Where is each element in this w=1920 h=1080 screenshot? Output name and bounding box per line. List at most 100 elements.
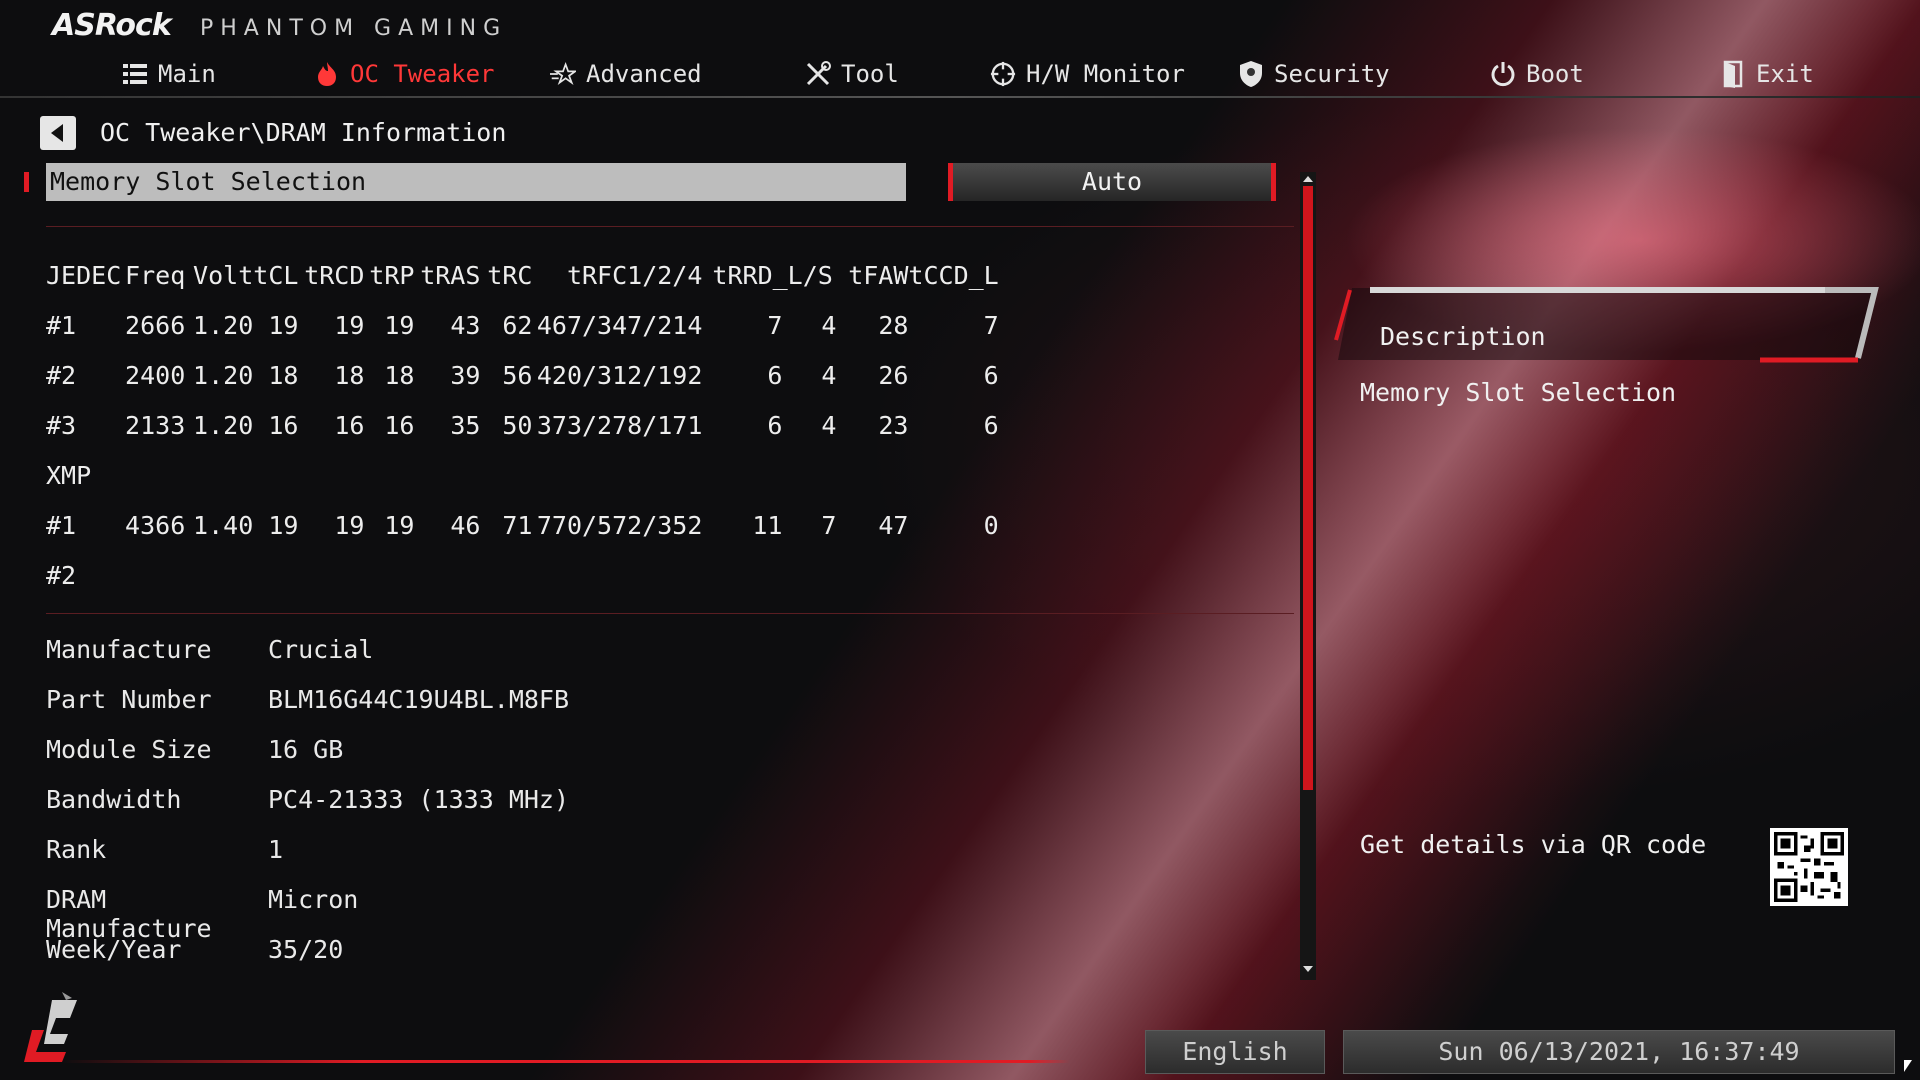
info-key: Module Size <box>46 735 212 764</box>
datetime-display: Sun 06/13/2021, 16:37:49 <box>1343 1030 1895 1074</box>
language-selector[interactable]: English <box>1145 1030 1325 1074</box>
info-row: Part Number BLM16G44C19U4BL.M8FB <box>46 685 569 735</box>
star-icon <box>550 61 576 87</box>
tab-security[interactable]: Security <box>1238 60 1390 88</box>
column-header: Freq <box>125 260 186 290</box>
timing-cell: 4366 <box>125 510 186 540</box>
timing-cell <box>253 550 298 600</box>
info-key: Manufacture <box>46 635 212 664</box>
scroll-down-button[interactable] <box>1300 962 1316 976</box>
info-row: Week/Year 35/20 <box>46 935 569 985</box>
timing-cell: 11 <box>752 510 783 540</box>
timing-cell: 16 <box>268 410 299 440</box>
timing-cell: 28 <box>878 310 909 340</box>
scroll-up-button[interactable] <box>1300 172 1316 186</box>
column-header: tRFC1/2/4 <box>566 260 703 290</box>
timing-cell: 1.40 <box>193 510 254 540</box>
timing-cell: 4 <box>821 310 837 340</box>
column-header: tRC <box>487 260 533 290</box>
xmp-label: XMP <box>46 460 92 490</box>
timing-cell: 2666 <box>125 310 186 340</box>
timing-cell <box>836 550 908 600</box>
timing-cell: 19 <box>268 510 299 540</box>
tab-boot[interactable]: Boot <box>1490 60 1584 88</box>
timing-cell: 6 <box>983 410 999 440</box>
column-header: Volt <box>193 260 254 290</box>
timing-cell: 4 <box>821 360 837 390</box>
tab-oc-tweaker[interactable]: OC Tweaker <box>314 60 495 88</box>
list-icon <box>122 61 148 87</box>
crosshair-icon <box>990 61 1016 87</box>
info-value: Micron <box>268 885 359 914</box>
tab-main[interactable]: Main <box>122 60 216 88</box>
mouse-cursor-icon <box>1904 1060 1912 1072</box>
timing-cell: #2 <box>46 360 77 390</box>
timings-row: #1 4366 1.40 19 19 19 46 71 770/572/352 11 7 47 0 <box>46 500 999 550</box>
timings-row: #2 2400 1.20 18 18 18 39 56 420/312/192 6 4 26 6 <box>46 350 999 400</box>
timing-cell: 19 <box>384 510 415 540</box>
timings-header-row: JEDEC Freq Volt tCL tRCD tRP tRAS tRC tR… <box>46 250 999 300</box>
asrock-logo: ASRock <box>52 8 172 43</box>
timing-cell: 2400 <box>125 360 186 390</box>
arrow-down-icon <box>1303 966 1313 972</box>
timings-row: #2 <box>46 550 999 600</box>
xmp-section-row: XMP <box>46 450 999 500</box>
timing-cell: 6 <box>983 360 999 390</box>
info-value: 35/20 <box>268 935 344 964</box>
tab-label: Security <box>1274 60 1390 88</box>
info-value: Crucial <box>268 635 374 664</box>
memory-slot-selection-value[interactable]: Auto <box>948 163 1276 201</box>
timing-cell: #1 <box>46 310 77 340</box>
timing-cell: 420/312/192 <box>536 360 703 390</box>
column-header: tCCD_L <box>908 260 999 290</box>
selection-marker <box>24 172 29 192</box>
timing-cell: 7 <box>767 310 783 340</box>
column-header: tRAS <box>420 260 481 290</box>
tab-label: Exit <box>1756 60 1814 88</box>
info-key: DRAM Manufacture <box>46 885 212 943</box>
timing-cell: #1 <box>46 510 77 540</box>
info-row: Manufacture Crucial <box>46 635 569 685</box>
timing-cell <box>298 550 364 600</box>
shield-icon <box>1238 61 1264 87</box>
timing-cell: 7 <box>983 310 999 340</box>
timing-cell: 71 <box>502 510 533 540</box>
section-divider <box>46 613 1294 614</box>
timing-cell: 56 <box>502 360 533 390</box>
top-tab-bar: Main OC Tweaker Advanced Tool H/W Monito… <box>0 50 1920 98</box>
timing-cell: 50 <box>502 410 533 440</box>
memory-slot-selection-row[interactable]: Memory Slot Selection <box>46 163 906 201</box>
info-row: DRAM Manufacture Micron <box>46 885 569 943</box>
tab-hw-monitor[interactable]: H/W Monitor <box>990 60 1185 88</box>
timing-cell: 43 <box>450 310 481 340</box>
column-header: tRCD <box>304 260 365 290</box>
info-row: Bandwidth PC4-21333 (1333 MHz) <box>46 785 569 835</box>
column-header: tFAW <box>848 260 909 290</box>
flame-icon <box>314 61 340 87</box>
info-value: 16 GB <box>268 735 344 764</box>
timing-cell: 23 <box>878 410 909 440</box>
scrollbar-thumb[interactable] <box>1303 186 1313 790</box>
timing-cell <box>480 550 532 600</box>
tab-exit[interactable]: Exit <box>1720 60 1814 88</box>
timing-cell <box>908 550 998 600</box>
timing-cell: #3 <box>46 410 77 440</box>
qr-code-label: Get details via QR code <box>1360 830 1707 859</box>
info-row: Rank 1 <box>46 835 569 885</box>
back-arrow-icon <box>50 124 63 142</box>
section-divider <box>46 226 1294 227</box>
info-value: PC4-21333 (1333 MHz) <box>268 785 570 814</box>
timing-cell <box>782 550 836 600</box>
timing-cell: 18 <box>334 360 365 390</box>
timing-cell: 47 <box>878 510 909 540</box>
timing-cell <box>121 550 185 600</box>
info-key: Rank <box>46 835 107 864</box>
header-divider <box>0 96 1920 98</box>
timing-cell: 18 <box>384 360 415 390</box>
tab-advanced[interactable]: Advanced <box>550 60 702 88</box>
timing-cell: 373/278/171 <box>536 410 703 440</box>
back-button[interactable] <box>40 116 76 150</box>
description-text: Memory Slot Selection <box>1360 378 1677 407</box>
timing-cell <box>532 550 702 600</box>
tab-tool[interactable]: Tool <box>805 60 899 88</box>
